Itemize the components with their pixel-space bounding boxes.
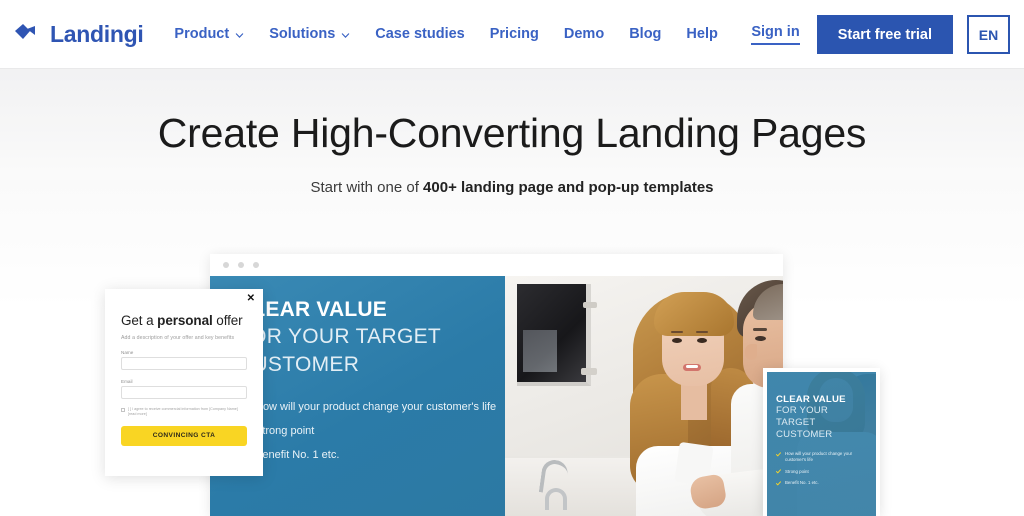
- nav-label: Blog: [629, 26, 662, 42]
- list-item-label: Strong point: [255, 424, 315, 437]
- nav-item-product[interactable]: Product: [174, 26, 244, 42]
- close-icon[interactable]: ✕: [247, 294, 255, 304]
- mobile-headline-bold: CLEAR VALUE: [776, 394, 846, 405]
- popup-field-email: Email: [121, 379, 247, 399]
- field-label: Name: [121, 350, 134, 355]
- nav-item-blog[interactable]: Blog: [629, 26, 661, 42]
- popup-title-post: offer: [212, 313, 243, 328]
- list-item: Benefit No. 1 etc.: [237, 449, 505, 462]
- popup-title-pre: Get a: [121, 313, 158, 328]
- popup-title-bold: personal: [157, 313, 213, 328]
- list-item-label: Strong point: [785, 468, 809, 474]
- landing-page: Landingi Product Solutions Case studies …: [0, 0, 1024, 516]
- brand-name: Landingi: [50, 20, 144, 47]
- name-input[interactable]: [121, 357, 247, 370]
- popup-field-name: Name: [121, 350, 247, 370]
- landing-page-preview: CLEAR VALUE FOR YOUR TARGET CUSTOMER How…: [210, 276, 783, 516]
- mobile-benefit-list: How will your product change your custom…: [776, 451, 876, 486]
- mobile-headline-line4: CUSTOMER: [776, 429, 833, 441]
- brand-logo[interactable]: Landingi: [14, 20, 144, 48]
- hero-preview-composition: CLEAR VALUE FOR YOUR TARGET CUSTOMER How…: [0, 250, 1024, 516]
- consent-row[interactable]: [ ] I agree to receive commercial inform…: [121, 407, 247, 418]
- popup-cta-button[interactable]: CONVINCING CTA: [121, 425, 247, 446]
- nav-label: Product: [174, 26, 230, 42]
- landingi-diamond-logo-icon: [14, 23, 41, 45]
- check-icon: [776, 480, 781, 486]
- page-subtitle: Start with one of 400+ landing page and …: [0, 179, 1024, 196]
- list-item-label: How will your product change your custom…: [255, 400, 497, 413]
- mobile-template-preview: CLEAR VALUE FOR YOUR TARGET CUSTOMER How…: [763, 368, 880, 516]
- language-switcher-button[interactable]: EN: [967, 15, 1010, 54]
- popup-template-preview: ✕ Get a personal offer Add a description…: [105, 289, 263, 476]
- start-free-trial-button[interactable]: Start free trial: [816, 15, 953, 54]
- site-header: Landingi Product Solutions Case studies …: [0, 0, 1024, 69]
- popup-description: Add a description of your offer and key …: [121, 335, 235, 341]
- page-title: Create High-Converting Landing Pages: [157, 110, 867, 156]
- chevron-down-icon: [341, 29, 350, 40]
- window-dot-icon: [238, 262, 244, 268]
- list-item-label: Benefit No. 1 etc.: [785, 480, 819, 486]
- list-item: Strong point: [237, 425, 505, 438]
- list-item: How will your product change your custom…: [776, 451, 868, 462]
- consent-checkbox[interactable]: [121, 408, 125, 412]
- chevron-down-icon: [235, 29, 244, 40]
- list-item-label: How will your product change your custom…: [785, 451, 853, 462]
- nav-item-demo[interactable]: Demo: [564, 26, 604, 42]
- mobile-headline-line2: FOR YOUR: [776, 405, 829, 417]
- check-icon: [776, 451, 781, 457]
- list-item: How will your product change your custom…: [237, 401, 505, 414]
- landing-headline-line3: CUSTOMER: [237, 352, 360, 376]
- nav-item-pricing[interactable]: Pricing: [490, 26, 539, 42]
- landing-headline-bold: CLEAR VALUE: [237, 298, 387, 321]
- browser-preview-frame: CLEAR VALUE FOR YOUR TARGET CUSTOMER How…: [210, 254, 783, 516]
- mobile-copy: CLEAR VALUE FOR YOUR TARGET CUSTOMER How…: [767, 372, 876, 516]
- nav-label: Case studies: [375, 26, 465, 42]
- nav-item-case-studies[interactable]: Case studies: [375, 26, 464, 42]
- subtitle-prefix: Start with one of: [310, 179, 424, 196]
- nav-item-solutions[interactable]: Solutions: [269, 26, 350, 42]
- main-nav: Product Solutions Case studies Pricing D…: [174, 26, 717, 42]
- browser-title-bar: [210, 254, 783, 276]
- window-dot-icon: [253, 262, 259, 268]
- nav-label: Demo: [563, 26, 605, 42]
- mobile-screen: CLEAR VALUE FOR YOUR TARGET CUSTOMER How…: [767, 372, 876, 516]
- subtitle-strong: 400+ landing page and pop-up templates: [423, 179, 714, 196]
- popup-title: Get a personal offer: [121, 313, 247, 328]
- landing-hero-photo: [505, 276, 783, 516]
- email-input[interactable]: [121, 386, 247, 399]
- nav-label: Solutions: [269, 26, 336, 42]
- field-label: Email: [121, 379, 133, 384]
- list-item: Strong point: [776, 469, 868, 475]
- landing-benefit-list: How will your product change your custom…: [237, 401, 505, 463]
- mobile-headline-line3: TARGET: [776, 417, 816, 429]
- nav-label: Help: [686, 26, 718, 42]
- nav-item-help[interactable]: Help: [686, 26, 717, 42]
- check-icon: [776, 469, 781, 475]
- consent-label: [ ] I agree to receive commercial inform…: [128, 407, 238, 417]
- window-dot-icon: [223, 262, 229, 268]
- header-actions: Sign in Start free trial EN: [751, 0, 1010, 69]
- list-item: Benefit No. 1 etc.: [776, 480, 868, 486]
- nav-label: Pricing: [489, 26, 539, 42]
- sign-in-link[interactable]: Sign in: [751, 24, 800, 45]
- landing-headline-line2: FOR YOUR TARGET: [237, 324, 442, 348]
- list-item-label: Benefit No. 1 etc.: [255, 448, 340, 461]
